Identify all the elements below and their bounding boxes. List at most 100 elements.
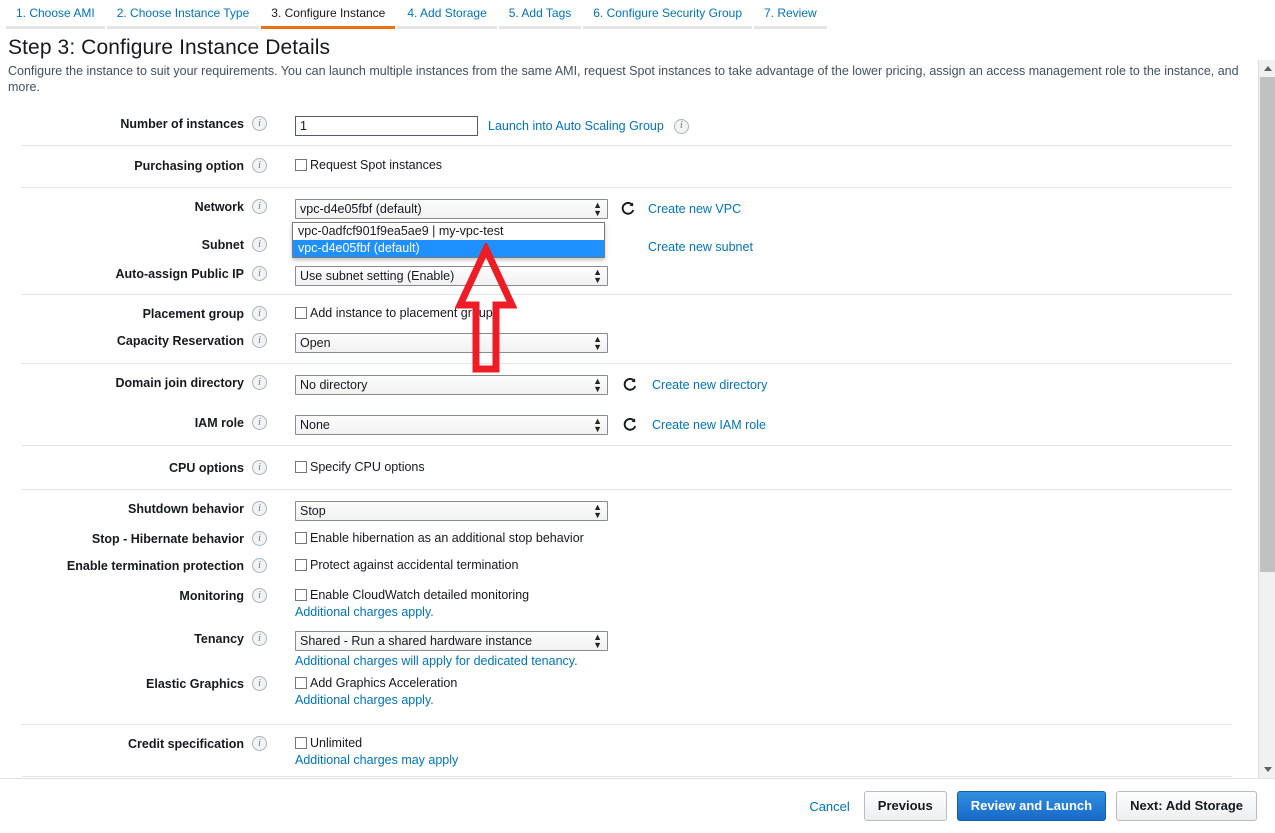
number-of-instances-input[interactable] <box>295 116 478 136</box>
scroll-down-button[interactable] <box>1259 761 1275 778</box>
info-icon-purchasing-option[interactable]: i <box>252 158 267 173</box>
label-iam-role: IAM role <box>194 416 244 430</box>
auto-assign-public-ip-select[interactable]: Use subnet setting (Enable) ▲ ▼ <box>295 266 608 286</box>
info-icon-elastic-graphics[interactable]: i <box>252 676 267 691</box>
row-shutdown-behavior: Shutdown behavior i Stop ▲ ▼ <box>0 501 1232 521</box>
label-capacity-reservation: Capacity Reservation <box>116 334 244 348</box>
wizard-tab-review[interactable]: 7. Review <box>754 0 827 29</box>
label-placement-group: Placement group <box>142 307 244 321</box>
row-separator <box>22 724 1232 725</box>
capacity-reservation-select[interactable]: Open ▲ ▼ <box>295 333 608 353</box>
checkbox-box-hibernation[interactable] <box>295 532 307 544</box>
chevron-down-icon-tenancy: ▲ ▼ <box>593 632 602 650</box>
checkbox-box-placement-group[interactable] <box>295 307 307 319</box>
row-termination-protection: Enable termination protection i Protect … <box>0 558 1232 574</box>
monitoring-charges-note-link[interactable]: Additional charges apply. <box>295 605 529 619</box>
row-tenancy: Tenancy i Shared - Run a shared hardware… <box>0 631 1232 668</box>
checkbox-add-graphics-acceleration[interactable]: Add Graphics Acceleration <box>295 676 457 690</box>
checkbox-box-request-spot-instances[interactable] <box>295 159 307 171</box>
info-icon-number-of-instances[interactable]: i <box>252 116 267 131</box>
network-dropdown-list[interactable]: vpc-0adfcf901f9ea5ae9 | my-vpc-test vpc-… <box>292 222 605 258</box>
checkbox-box-termination-protection[interactable] <box>295 559 307 571</box>
refresh-icon-iam-role[interactable] <box>622 417 638 433</box>
previous-button[interactable]: Previous <box>863 791 947 821</box>
network-select[interactable]: vpc-d4e05fbf (default) ▲ ▼ <box>295 199 608 219</box>
checkbox-add-instance-to-placement-group[interactable]: Add instance to placement group <box>295 306 493 320</box>
info-icon-network[interactable]: i <box>252 199 267 214</box>
network-dropdown-option-default-vpc[interactable]: vpc-d4e05fbf (default) <box>293 240 604 257</box>
row-monitoring: Monitoring i Enable CloudWatch detailed … <box>0 588 1232 619</box>
checkbox-unlimited[interactable]: Unlimited <box>295 736 458 750</box>
info-icon-monitoring[interactable]: i <box>252 588 267 603</box>
checkbox-protect-against-accidental-termination[interactable]: Protect against accidental termination <box>295 558 518 572</box>
iam-role-value: None <box>300 418 330 432</box>
scrollbar-thumb[interactable] <box>1260 77 1275 572</box>
info-icon-subnet[interactable]: i <box>252 237 267 252</box>
domain-join-directory-value: No directory <box>300 378 368 392</box>
launch-into-auto-scaling-group-link[interactable]: Launch into Auto Scaling Group <box>488 119 664 133</box>
row-capacity-reservation: Capacity Reservation i Open ▲ ▼ <box>0 333 1232 353</box>
checkbox-box-unlimited[interactable] <box>295 737 307 749</box>
page-description: Configure the instance to suit your requ… <box>8 64 1239 94</box>
iam-role-select[interactable]: None ▲ ▼ <box>295 415 608 435</box>
tenancy-select[interactable]: Shared - Run a shared hardware instance … <box>295 631 608 651</box>
info-icon-auto-scaling-group[interactable]: i <box>673 118 689 134</box>
create-new-vpc-link[interactable]: Create new VPC <box>648 202 741 216</box>
chevron-down-icon-auto-assign-public-ip: ▲ ▼ <box>593 267 602 285</box>
create-new-iam-role-link[interactable]: Create new IAM role <box>652 418 766 432</box>
next-add-storage-button[interactable]: Next: Add Storage <box>1116 791 1257 821</box>
refresh-icon-network[interactable] <box>620 201 636 217</box>
create-new-subnet-link[interactable]: Create new subnet <box>648 240 753 254</box>
wizard-tab-choose-instance-type[interactable]: 2. Choose Instance Type <box>106 0 260 29</box>
info-icon-auto-assign-public-ip[interactable]: i <box>252 266 267 281</box>
row-separator <box>22 445 1232 446</box>
checkbox-enable-cloudwatch-monitoring[interactable]: Enable CloudWatch detailed monitoring <box>295 588 529 602</box>
label-subnet: Subnet <box>201 238 244 252</box>
checkbox-label-cpu-options: Specify CPU options <box>310 460 425 474</box>
info-icon-credit-specification[interactable]: i <box>252 736 267 751</box>
checkbox-enable-hibernation[interactable]: Enable hibernation as an additional stop… <box>295 531 584 545</box>
checkbox-request-spot-instances[interactable]: Request Spot instances <box>295 158 442 172</box>
info-icon-cpu-options[interactable]: i <box>252 460 267 475</box>
checkbox-label-placement-group: Add instance to placement group <box>310 306 493 320</box>
chevron-down-icon-capacity-reservation: ▲ ▼ <box>593 334 602 352</box>
info-icon-termination-protection[interactable]: i <box>252 558 267 573</box>
wizard-tab-add-tags[interactable]: 5. Add Tags <box>498 0 582 29</box>
tenancy-charges-note-link[interactable]: Additional charges will apply for dedica… <box>295 654 608 668</box>
wizard-tab-configure-instance[interactable]: 3. Configure Instance <box>261 0 396 29</box>
elastic-graphics-charges-note-link[interactable]: Additional charges apply. <box>295 693 457 707</box>
checkbox-specify-cpu-options[interactable]: Specify CPU options <box>295 460 425 474</box>
info-icon-tenancy[interactable]: i <box>252 631 267 646</box>
info-icon-iam-role[interactable]: i <box>252 415 267 430</box>
shutdown-behavior-select[interactable]: Stop ▲ ▼ <box>295 501 608 521</box>
checkbox-label-termination-protection: Protect against accidental termination <box>310 558 519 572</box>
review-and-launch-button[interactable]: Review and Launch <box>956 791 1107 821</box>
shutdown-behavior-value: Stop <box>300 504 326 518</box>
wizard-tab-add-storage[interactable]: 4. Add Storage <box>397 0 497 29</box>
checkbox-box-monitoring[interactable] <box>295 589 307 601</box>
vertical-scrollbar[interactable] <box>1258 60 1275 778</box>
create-new-directory-link[interactable]: Create new directory <box>652 378 767 392</box>
label-network: Network <box>194 200 244 214</box>
checkbox-box-cpu-options[interactable] <box>295 461 307 473</box>
label-termination-protection: Enable termination protection <box>66 559 244 573</box>
row-separator <box>22 776 1232 777</box>
chevron-down-icon-domain-join-directory: ▲ ▼ <box>593 376 602 394</box>
row-network: Network i vpc-d4e05fbf (default) ▲ ▼ Crea… <box>0 199 1232 219</box>
domain-join-directory-select[interactable]: No directory ▲ ▼ <box>295 375 608 395</box>
network-dropdown-option-my-vpc-test[interactable]: vpc-0adfcf901f9ea5ae9 | my-vpc-test <box>293 223 604 240</box>
wizard-tab-choose-ami[interactable]: 1. Choose AMI <box>6 0 105 29</box>
credit-specification-charges-note-link[interactable]: Additional charges may apply <box>295 753 458 767</box>
wizard-tab-configure-security-group[interactable]: 6. Configure Security Group <box>583 0 752 29</box>
cancel-button[interactable]: Cancel <box>809 799 849 814</box>
caret-down-icon <box>1263 767 1272 772</box>
scroll-up-button[interactable] <box>1259 60 1275 77</box>
refresh-icon-domain-join-directory[interactable] <box>622 377 638 393</box>
info-icon-shutdown-behavior[interactable]: i <box>252 501 267 516</box>
info-icon-placement-group[interactable]: i <box>252 306 267 321</box>
row-purchasing-option: Purchasing option i Request Spot instanc… <box>0 158 1232 174</box>
checkbox-box-elastic-graphics[interactable] <box>295 677 307 689</box>
info-icon-hibernate-behavior[interactable]: i <box>252 531 267 546</box>
info-icon-domain-join-directory[interactable]: i <box>252 375 267 390</box>
info-icon-capacity-reservation[interactable]: i <box>252 333 267 348</box>
